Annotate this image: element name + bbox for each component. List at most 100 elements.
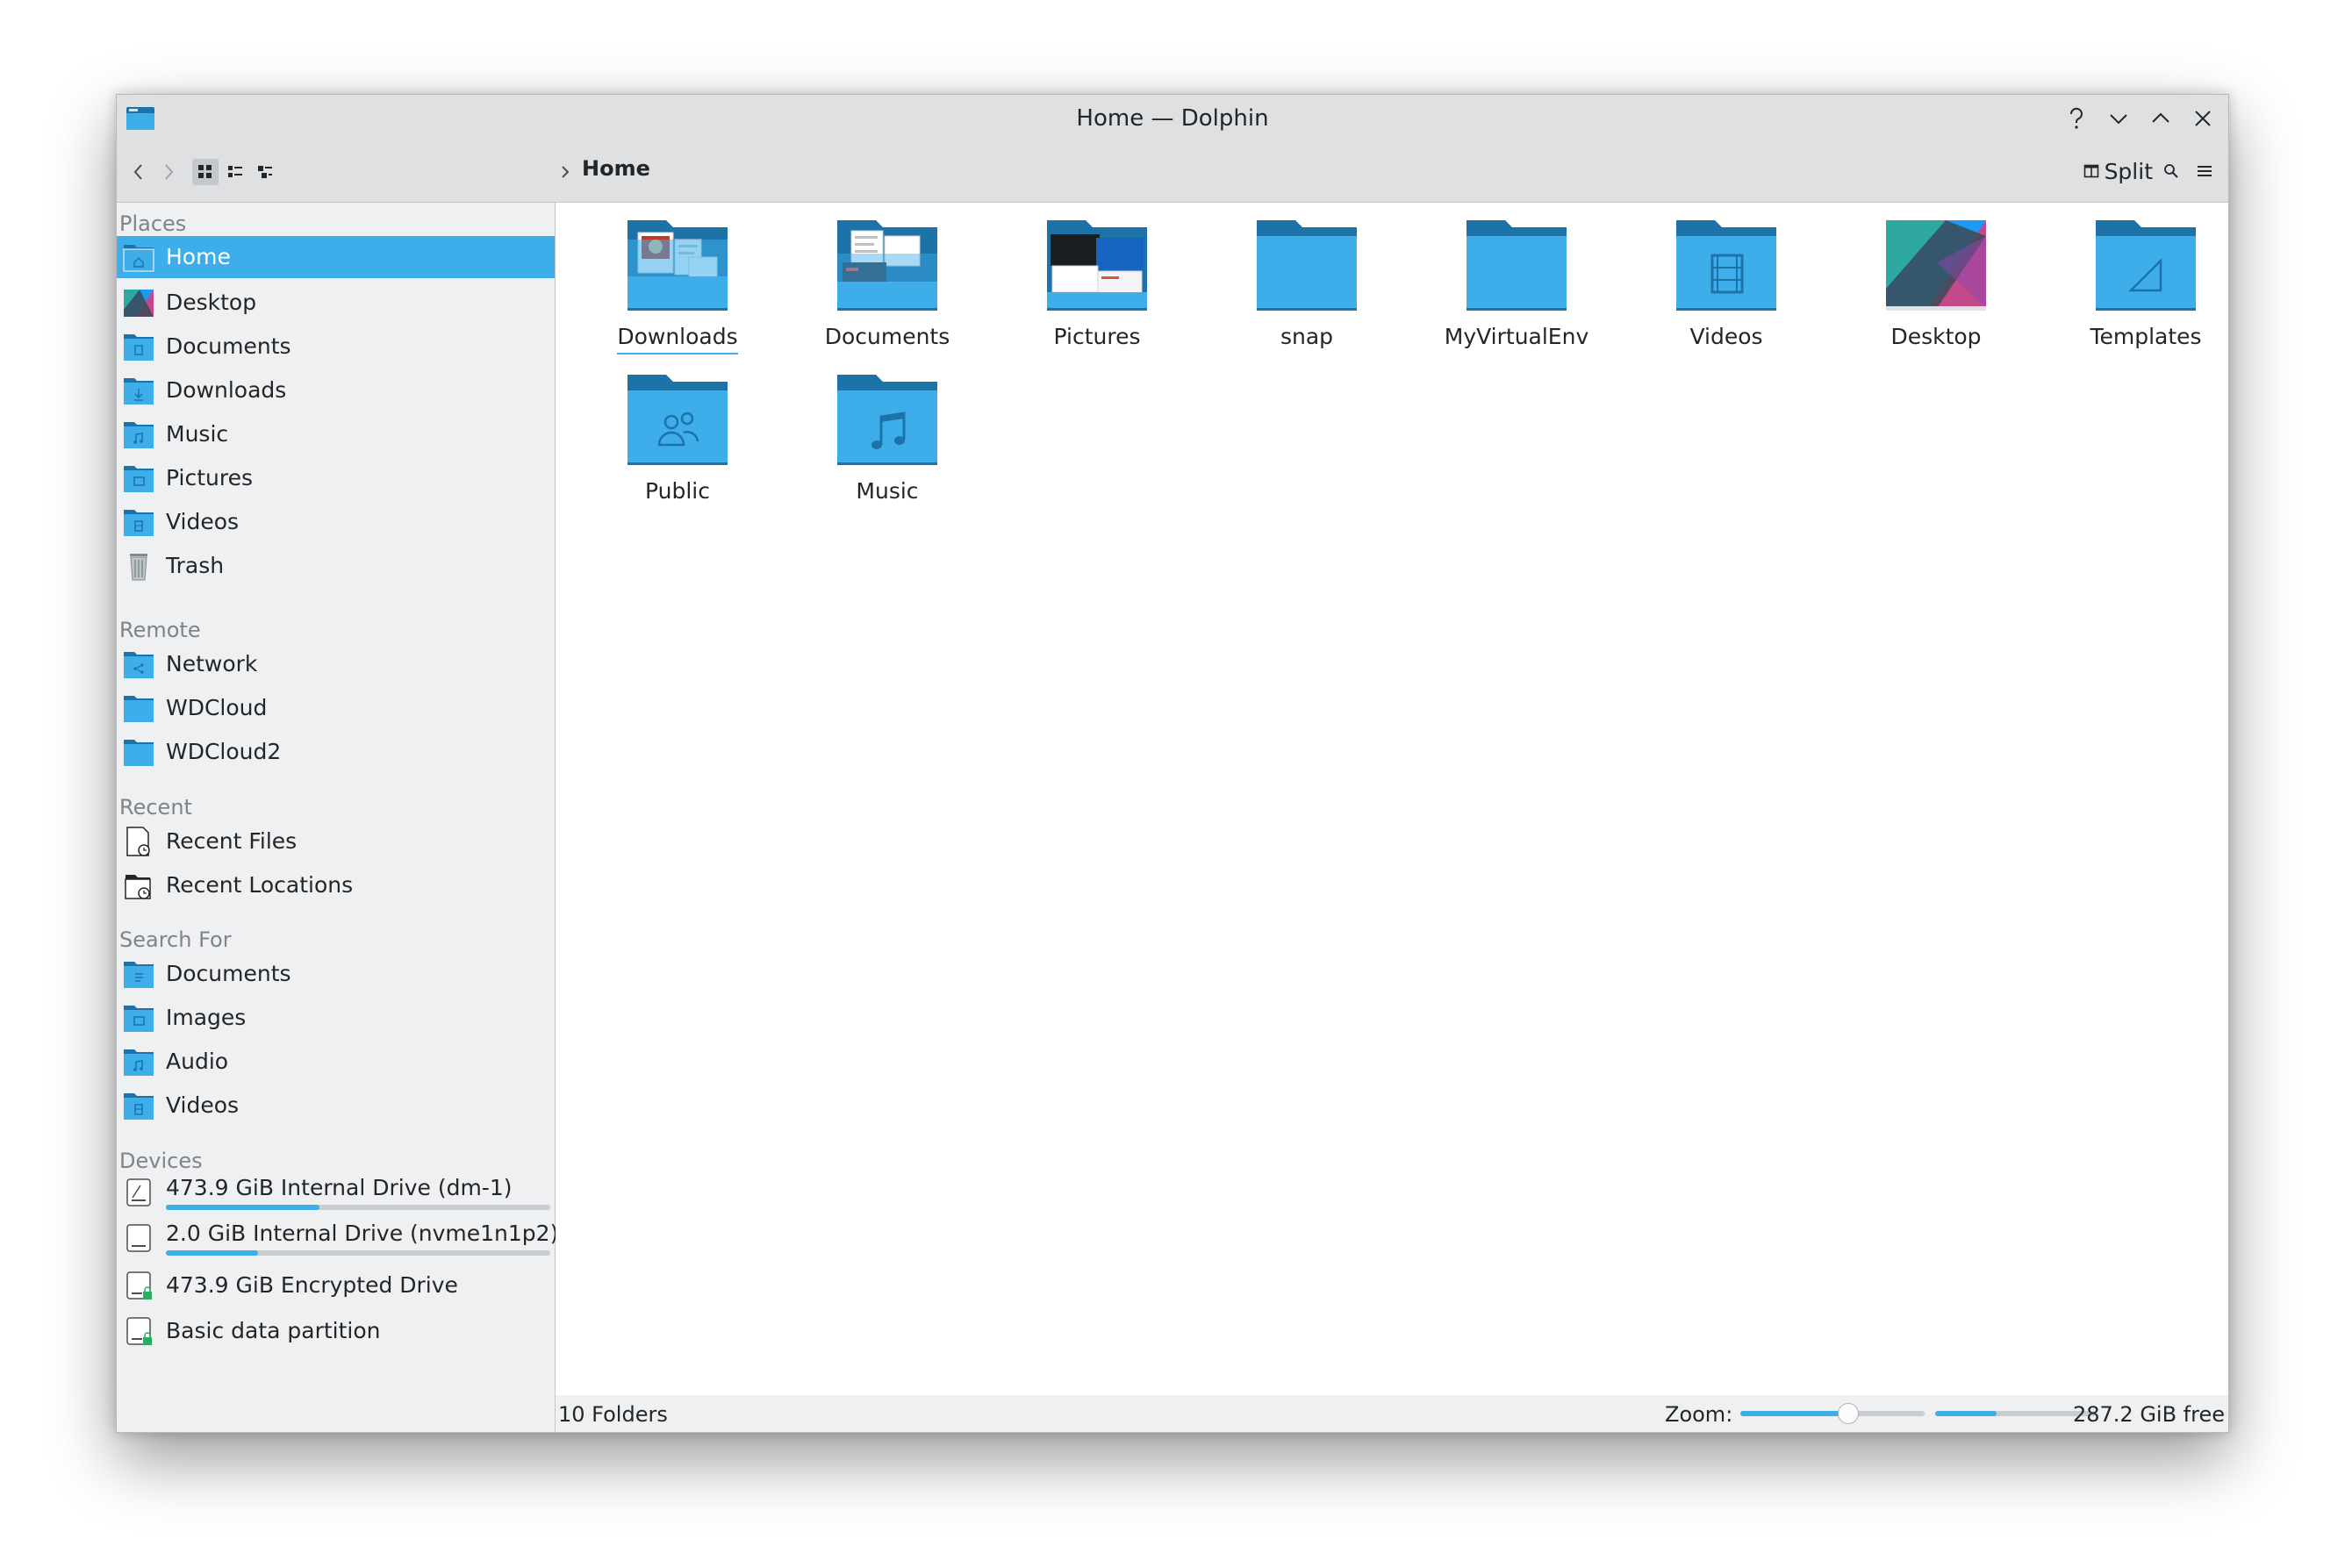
search-icon [2164, 164, 2178, 178]
public-folder-icon [627, 375, 728, 465]
search-documents-icon [124, 962, 154, 988]
sidebar-item-home[interactable]: Home [117, 236, 555, 278]
folder-item-music[interactable]: Music [783, 357, 992, 506]
sidebar-item-internal-drive-dm1[interactable]: 473.9 GiB Internal Drive (dm-1) [117, 1171, 555, 1214]
title-bar[interactable]: Home — Dolphin [117, 95, 2228, 142]
details-view-button[interactable] [252, 159, 278, 185]
zoom-slider-handle[interactable] [1837, 1403, 1859, 1424]
recent-section-header: Recent [119, 795, 192, 820]
folder-item-myvirtualenv[interactable]: MyVirtualEnv [1412, 203, 1621, 352]
help-icon [2069, 107, 2083, 129]
status-bar: 10 Folders Zoom: 287.2 GiB free [556, 1395, 2228, 1432]
folder-item-public[interactable]: Public [573, 357, 782, 506]
back-button[interactable] [125, 159, 152, 185]
search-for-section-header: Search For [119, 927, 232, 952]
home-folder-icon [123, 245, 154, 272]
compact-view-button[interactable] [222, 159, 248, 185]
chevron-right-icon [562, 166, 570, 178]
folder-count: 10 Folders [558, 1402, 668, 1427]
free-space-label: 287.2 GiB free [2072, 1402, 2225, 1427]
search-button[interactable] [2158, 158, 2184, 184]
trash-icon [130, 554, 147, 581]
window-title: Home — Dolphin [1076, 105, 1269, 132]
minimize-button[interactable] [2102, 102, 2135, 135]
templates-folder-icon [2096, 220, 2196, 311]
hamburger-menu-icon [2198, 166, 2212, 176]
sidebar-item-search-documents[interactable]: Documents [117, 953, 555, 995]
downloads-folder-icon [627, 220, 728, 311]
help-button[interactable] [2060, 102, 2093, 135]
zoom-label: Zoom: [1665, 1402, 1733, 1427]
sidebar-item-videos[interactable]: Videos [117, 501, 555, 543]
breadcrumb-home[interactable]: Home [582, 156, 650, 181]
pictures-folder-icon [124, 466, 154, 492]
drive-usage-bar [166, 1205, 550, 1210]
folder-item-videos[interactable]: Videos [1622, 203, 1831, 352]
documents-folder-icon [124, 334, 154, 361]
folder-name: Desktop [1890, 324, 1982, 349]
sidebar-item-internal-drive-nvme[interactable]: 2.0 GiB Internal Drive (nvme1n1p2) [117, 1217, 558, 1259]
downloads-folder-icon [124, 378, 154, 405]
compact-view-icon [228, 166, 242, 177]
folder-name: Public [645, 478, 710, 504]
recent-files-icon [126, 827, 150, 856]
folder-item-desktop[interactable]: Desktop [1832, 203, 2040, 352]
forward-button[interactable] [155, 159, 182, 185]
sidebar-item-downloads[interactable]: Downloads [117, 369, 555, 412]
sidebar-item-encrypted-drive[interactable]: 473.9 GiB Encrypted Drive [117, 1264, 555, 1307]
folder-name: Music [856, 478, 919, 504]
split-view-icon [2083, 164, 2098, 178]
zoom-slider[interactable] [1740, 1403, 1925, 1424]
sidebar-item-search-audio[interactable]: Audio [117, 1041, 555, 1083]
sidebar-item-pictures[interactable]: Pictures [117, 457, 555, 499]
drive-icon [126, 1224, 151, 1252]
sidebar-item-search-images[interactable]: Images [117, 997, 555, 1039]
file-view[interactable]: Downloads Documents Pictures snap MyVirt… [556, 203, 2228, 1395]
folder-item-snap[interactable]: snap [1202, 203, 1411, 352]
folder-item-documents[interactable]: Documents [783, 203, 992, 352]
places-section-header: Places [119, 211, 187, 236]
folder-name: Pictures [1053, 324, 1141, 349]
sidebar-item-wdcloud[interactable]: WDCloud [117, 687, 555, 729]
chevron-down-icon [2110, 114, 2127, 125]
icons-view-icon [198, 165, 212, 178]
icons-view-button[interactable] [192, 159, 219, 185]
drive-icon [126, 1178, 151, 1206]
maximize-button[interactable] [2144, 102, 2177, 135]
split-button[interactable]: Split [2083, 154, 2153, 188]
folder-name: snap [1280, 324, 1334, 349]
desktop-folder-icon [1886, 220, 1986, 311]
chevron-left-icon [133, 164, 142, 180]
places-panel: Places Home Desktop Documents Downloads … [117, 203, 558, 1432]
encrypted-drive-icon [126, 1271, 152, 1300]
videos-folder-icon [124, 510, 154, 536]
sidebar-item-recent-locations[interactable]: Recent Locations [117, 864, 555, 906]
folder-name: Downloads [617, 324, 738, 354]
sidebar-item-documents[interactable]: Documents [117, 326, 555, 368]
breadcrumb-separator[interactable] [560, 160, 577, 184]
sidebar-item-trash[interactable]: Trash [117, 545, 555, 587]
chevron-up-icon [2152, 112, 2169, 123]
sidebar-item-basic-data-partition[interactable]: Basic data partition [117, 1310, 555, 1352]
folder-item-templates[interactable]: Templates [2041, 203, 2228, 352]
folder-name: Templates [2090, 324, 2202, 349]
sidebar-item-recent-files[interactable]: Recent Files [117, 820, 555, 863]
close-button[interactable] [2186, 102, 2220, 135]
music-folder-icon [124, 422, 154, 448]
search-audio-icon [124, 1049, 154, 1076]
sidebar-item-search-videos[interactable]: Videos [117, 1085, 555, 1127]
folder-item-downloads[interactable]: Downloads [573, 203, 782, 354]
split-label: Split [2104, 158, 2153, 184]
chevron-right-icon [165, 164, 174, 180]
folder-item-pictures[interactable]: Pictures [993, 203, 1201, 352]
hamburger-menu-button[interactable] [2191, 158, 2218, 184]
sidebar-item-network[interactable]: Network [117, 643, 555, 685]
folder-icon [124, 696, 154, 722]
sidebar-item-music[interactable]: Music [117, 413, 555, 455]
dolphin-window: Home — Dolphin Home Split Places Home De… [116, 94, 2229, 1433]
sidebar-item-wdcloud2[interactable]: WDCloud2 [117, 731, 555, 773]
music-folder-icon [837, 375, 937, 465]
folder-name: Videos [1689, 324, 1763, 349]
sidebar-item-desktop[interactable]: Desktop [117, 282, 555, 324]
drive-usage-bar [166, 1250, 550, 1256]
